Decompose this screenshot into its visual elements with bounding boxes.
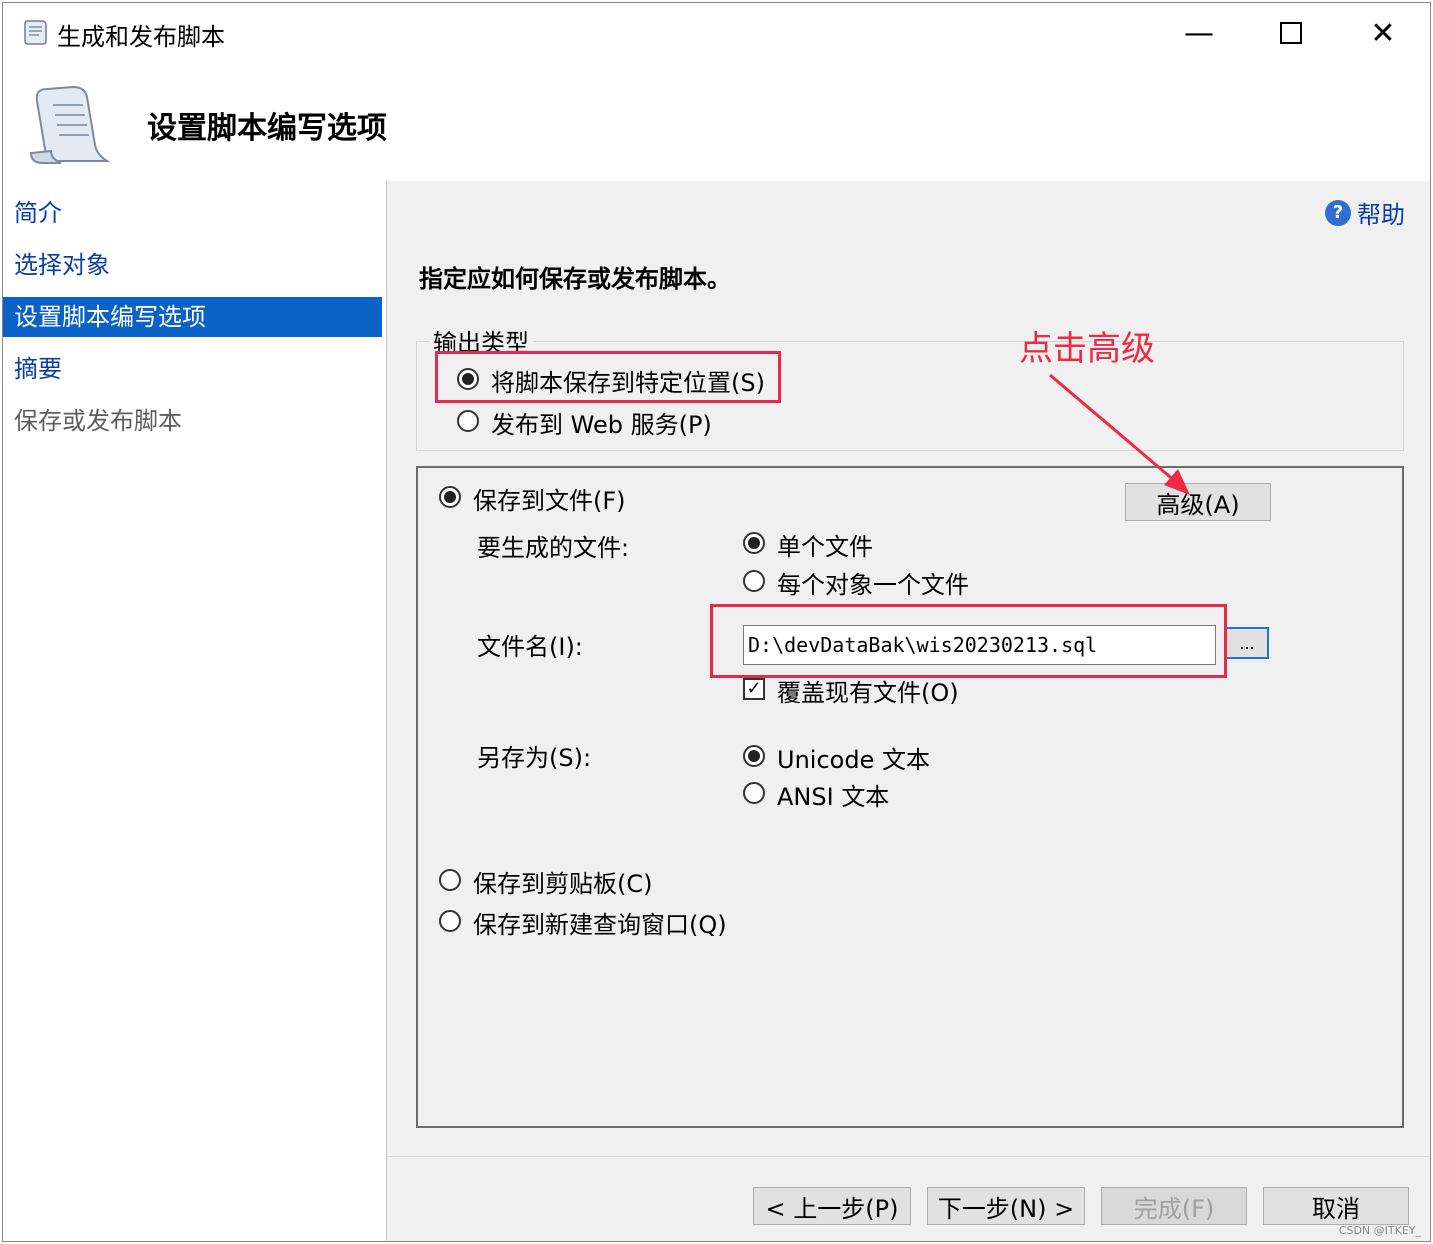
check-icon: ✓ (746, 678, 762, 699)
sidebar-item-save-or-publish: 保存或发布脚本 (14, 407, 182, 435)
radio-save-to-file[interactable] (439, 486, 461, 508)
close-button[interactable]: ✕ (1353, 13, 1413, 53)
highlight-file-name (710, 604, 1227, 678)
save-to-clipboard-label: 保存到剪贴板(C) (473, 870, 653, 898)
finish-button: 完成(F) (1101, 1187, 1247, 1225)
radio-dot (748, 537, 760, 549)
file-per-object-label: 每个对象一个文件 (777, 571, 969, 599)
annotation-arrow-icon (1049, 373, 1190, 495)
single-file-label: 单个文件 (777, 533, 873, 561)
overwrite-label: 覆盖现有文件(O) (777, 679, 959, 707)
minimize-button[interactable]: — (1169, 13, 1229, 53)
radio-ansi[interactable] (743, 782, 765, 804)
publish-web-label: 发布到 Web 服务(P) (491, 411, 712, 439)
maximize-icon (1280, 22, 1302, 44)
footer-divider (387, 1156, 1430, 1157)
sidebar-item-scripting-options[interactable]: 设置脚本编写选项 (3, 297, 382, 337)
close-icon: ✕ (1370, 15, 1396, 51)
sidebar-item-choose-objects[interactable]: 选择对象 (3, 245, 382, 285)
sidebar-item-summary[interactable]: 摘要 (3, 349, 382, 389)
radio-file-per-object[interactable] (743, 570, 765, 592)
radio-dot (462, 373, 474, 385)
instruction-text: 指定应如何保存或发布脚本。 (419, 265, 731, 293)
radio-dot (748, 750, 760, 762)
radio-publish-web[interactable] (457, 410, 479, 432)
help-label: 帮助 (1357, 201, 1405, 229)
save-to-file-label: 保存到文件(F) (473, 487, 626, 515)
minimize-icon: — (1184, 15, 1214, 51)
help-link[interactable]: ? 帮助 (1325, 195, 1405, 230)
save-to-query-window-label: 保存到新建查询窗口(Q) (473, 911, 727, 939)
sidebar: 简介 选择对象 设置脚本编写选项 摘要 保存或发布脚本 (3, 181, 384, 1241)
page-title: 设置脚本编写选项 (147, 111, 387, 146)
browse-button[interactable]: ... (1225, 627, 1269, 659)
help-icon: ? (1325, 199, 1351, 226)
previous-button[interactable]: < 上一步(P) (753, 1187, 911, 1225)
file-name-label: 文件名(I): (477, 633, 583, 661)
save-as-label: 另存为(S): (477, 744, 592, 772)
script-icon (24, 20, 47, 45)
save-to-location-label: 将脚本保存到特定位置(S) (491, 369, 765, 397)
cancel-button[interactable]: 取消 (1263, 1187, 1409, 1225)
radio-save-to-query-window[interactable] (439, 910, 461, 932)
dialog-window: 生成和发布脚本 — ✕ 设置脚本编写选项 简介 选择对象 设置脚本编写选项 摘要… (2, 2, 1431, 1242)
radio-save-to-location[interactable] (457, 368, 479, 390)
scroll-script-icon (29, 85, 111, 164)
maximize-button[interactable] (1261, 13, 1321, 53)
watermark: CSDN @ITKEY_ (1338, 1224, 1421, 1237)
radio-unicode[interactable] (743, 745, 765, 767)
next-button[interactable]: 下一步(N) > (927, 1187, 1085, 1225)
window-title: 生成和发布脚本 (57, 23, 225, 51)
annotation-text: 点击高级 (1019, 329, 1155, 369)
sidebar-item-intro[interactable]: 简介 (3, 193, 382, 233)
ansi-label: ANSI 文本 (777, 783, 890, 811)
radio-dot (444, 491, 456, 503)
radio-save-to-clipboard[interactable] (439, 869, 461, 891)
content-panel: ? 帮助 指定应如何保存或发布脚本。 输出类型 将脚本保存到特定位置(S) 发布… (386, 181, 1430, 1241)
overwrite-checkbox[interactable]: ✓ (743, 678, 765, 700)
radio-single-file[interactable] (743, 532, 765, 554)
files-to-generate-label: 要生成的文件: (477, 534, 630, 562)
unicode-label: Unicode 文本 (777, 746, 930, 774)
